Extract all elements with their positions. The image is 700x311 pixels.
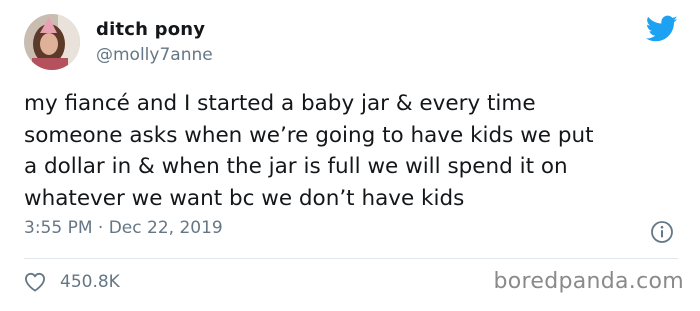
heart-icon[interactable]: [24, 272, 46, 292]
display-name[interactable]: ditch pony: [96, 19, 205, 40]
tweet-text: my fiancé and I started a baby jar & eve…: [24, 91, 594, 211]
tweet-card: ditch pony @molly7anne my fiancé and I s…: [0, 0, 700, 311]
tweet-timestamp[interactable]: 3:55 PM · Dec 22, 2019: [24, 218, 223, 238]
divider: [24, 258, 678, 259]
info-icon[interactable]: [650, 220, 674, 244]
user-handle[interactable]: @molly7anne: [96, 45, 213, 65]
twitter-bird-icon[interactable]: [645, 15, 678, 43]
avatar[interactable]: [24, 14, 80, 70]
watermark: boredpanda.com: [493, 269, 684, 294]
like-count: 450.8K: [60, 272, 120, 292]
avatar-photo: [24, 14, 80, 70]
